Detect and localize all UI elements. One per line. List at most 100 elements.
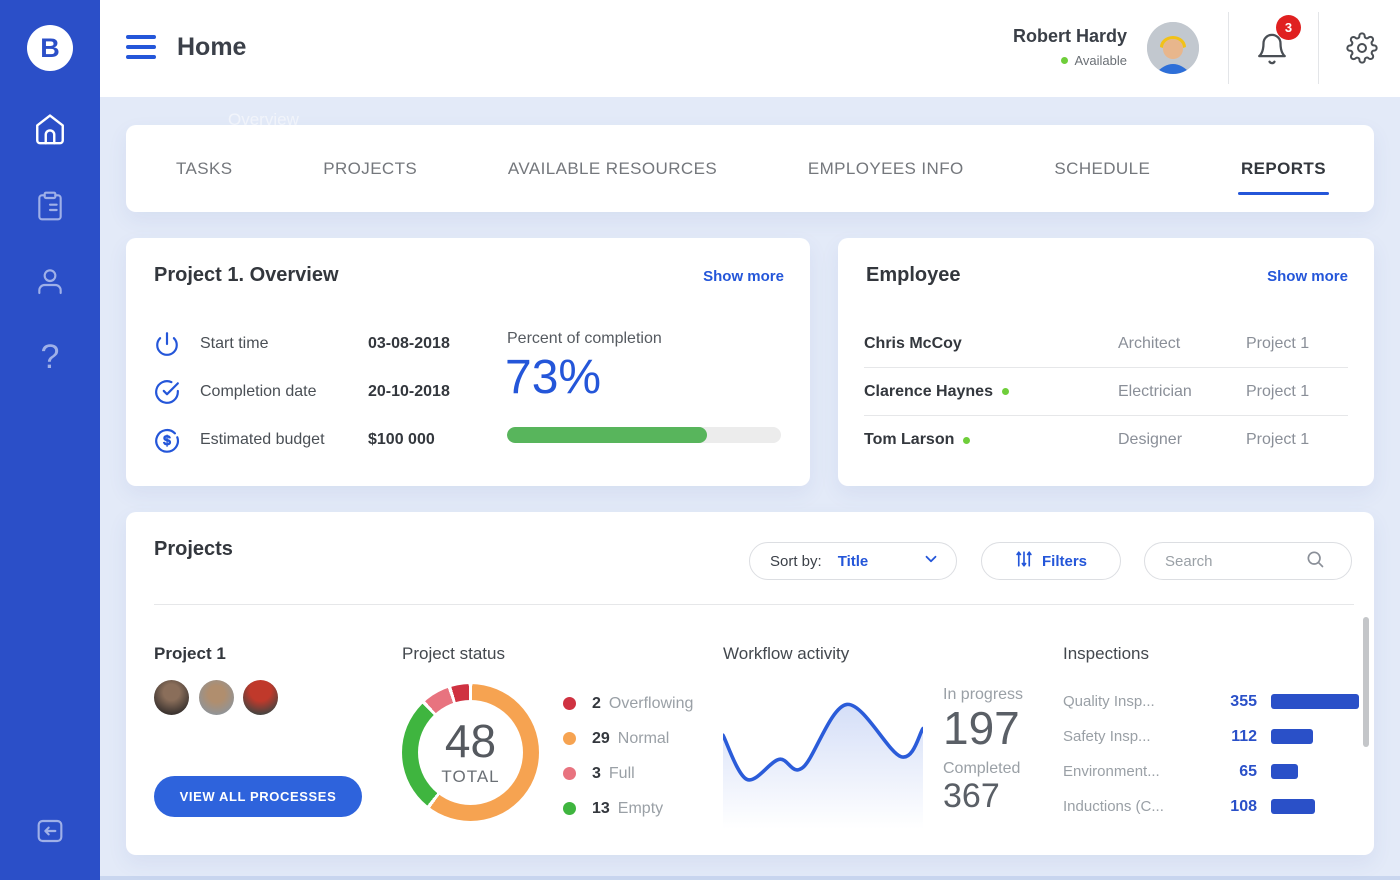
employee-name: Chris McCoy	[864, 335, 962, 353]
check-circle-icon	[154, 379, 180, 405]
legend-value: 29	[592, 730, 610, 748]
legend-item: 13 Empty	[563, 791, 693, 826]
tab-employees-info[interactable]: EMPLOYEES INFO	[808, 159, 964, 179]
status-dot	[1061, 57, 1068, 64]
online-dot	[1002, 388, 1009, 395]
legend-item: 3 Full	[563, 756, 693, 791]
stat-value: 367	[943, 778, 1073, 815]
tab-projects[interactable]: PROJECTS	[323, 159, 417, 179]
inspection-row: Safety Insp... 112	[1063, 719, 1359, 754]
sidebar-item-logout[interactable]	[0, 815, 100, 852]
home-icon	[33, 112, 67, 151]
employee-role: Electrician	[1118, 383, 1246, 401]
filters-icon	[1015, 550, 1033, 573]
donut-total-label: TOTAL	[441, 767, 499, 787]
avatar[interactable]	[1147, 22, 1199, 74]
settings-button[interactable]	[1346, 32, 1378, 64]
show-more-link[interactable]: Show more	[703, 268, 784, 285]
row-label: Estimated budget	[200, 431, 368, 449]
sidebar-item-help[interactable]: ?	[0, 340, 100, 374]
user-info[interactable]: Robert Hardy Available	[1013, 26, 1127, 68]
card-title: Project 1. Overview	[154, 264, 339, 287]
inspection-label: Quality Insp...	[1063, 693, 1211, 710]
gear-icon	[1346, 51, 1378, 68]
legend-dot	[563, 732, 576, 745]
inspection-row: Inductions (C... 108	[1063, 789, 1359, 824]
team-avatar[interactable]	[243, 680, 278, 715]
workflow-chart	[723, 670, 923, 838]
scrollbar-thumb[interactable]	[1363, 617, 1369, 747]
team-avatar[interactable]	[199, 680, 234, 715]
inspection-bar	[1271, 694, 1359, 709]
employee-row[interactable]: Clarence Haynes Electrician Project 1	[864, 368, 1348, 416]
chart-title: Project status	[402, 644, 505, 664]
sidebar-item-tasks[interactable]	[0, 190, 100, 227]
legend-dot	[563, 802, 576, 815]
hamburger-icon[interactable]	[126, 35, 156, 59]
inspection-value: 65	[1211, 763, 1257, 781]
sort-value: Title	[838, 553, 869, 570]
tab-tasks[interactable]: TASKS	[176, 159, 232, 179]
inspection-label: Safety Insp...	[1063, 728, 1211, 745]
divider	[154, 604, 1354, 605]
chart-title: Inspections	[1063, 644, 1149, 664]
team-avatar[interactable]	[154, 680, 189, 715]
legend-value: 2	[592, 695, 601, 713]
stat-label: Completed	[943, 760, 1073, 778]
project-overview-card: Project 1. Overview Show more Start time…	[126, 238, 810, 486]
legend-label: Empty	[618, 800, 663, 818]
search-box[interactable]	[1144, 542, 1352, 580]
project-status-donut: 48 TOTAL	[402, 684, 539, 821]
tab-available-resources[interactable]: AVAILABLE RESOURCES	[508, 159, 717, 179]
employee-name: Tom Larson	[864, 431, 954, 449]
inspection-row: Quality Insp... 355	[1063, 684, 1359, 719]
svg-text:$: $	[163, 432, 171, 448]
tab-bar: TASKS PROJECTS AVAILABLE RESOURCES EMPLO…	[126, 125, 1374, 212]
team-avatar[interactable]	[287, 680, 322, 715]
employee-row[interactable]: Chris McCoy Architect Project 1	[864, 320, 1348, 368]
window-edge	[0, 876, 1400, 880]
sort-label: Sort by:	[770, 553, 822, 570]
inspection-bar	[1271, 799, 1315, 814]
donut-legend: 2 Overflowing 29 Normal 3 Full 13 Empty	[563, 686, 693, 826]
legend-dot	[563, 697, 576, 710]
view-all-processes-button[interactable]: VIEW ALL PROCESSES	[154, 776, 362, 817]
tab-schedule[interactable]: SCHEDULE	[1054, 159, 1150, 179]
filters-button[interactable]: Filters	[981, 542, 1121, 580]
employee-project: Project 1	[1246, 335, 1348, 353]
card-title: Employee	[866, 264, 960, 287]
legend-value: 3	[592, 765, 601, 783]
app-logo[interactable]: B	[27, 25, 73, 71]
employee-project: Project 1	[1246, 383, 1348, 401]
tab-reports[interactable]: REPORTS	[1241, 159, 1326, 179]
legend-label: Overflowing	[609, 695, 693, 713]
show-more-link[interactable]: Show more	[1267, 268, 1348, 285]
employee-name: Clarence Haynes	[864, 383, 993, 401]
sort-dropdown[interactable]: Sort by: Title	[749, 542, 957, 580]
chart-title: Workflow activity	[723, 644, 849, 664]
legend-label: Full	[609, 765, 635, 783]
legend-label: Normal	[618, 730, 670, 748]
row-label: Start time	[200, 335, 368, 353]
sidebar: B ?	[0, 0, 100, 880]
completion-percent: 73%	[505, 350, 601, 405]
logout-icon	[34, 815, 66, 852]
completion-progress	[507, 427, 781, 443]
overview-row: Start time 03-08-2018	[154, 320, 450, 368]
employee-card: Employee Show more Chris McCoy Architect…	[838, 238, 1374, 486]
legend-item: 2 Overflowing	[563, 686, 693, 721]
sidebar-item-employees[interactable]	[0, 265, 100, 302]
project-name: Project 1	[154, 644, 226, 664]
inspection-label: Inductions (C...	[1063, 798, 1211, 815]
help-icon: ?	[41, 340, 60, 374]
user-status: Available	[1074, 53, 1127, 68]
clipboard-icon	[34, 190, 66, 227]
legend-dot	[563, 767, 576, 780]
divider	[1228, 12, 1229, 84]
search-input[interactable]	[1165, 553, 1305, 570]
sidebar-item-home[interactable]	[0, 112, 100, 151]
card-title: Projects	[154, 538, 233, 561]
employee-row[interactable]: Tom Larson Designer Project 1	[864, 416, 1348, 464]
divider	[1318, 12, 1319, 84]
inspection-row: Environment... 65	[1063, 754, 1359, 789]
